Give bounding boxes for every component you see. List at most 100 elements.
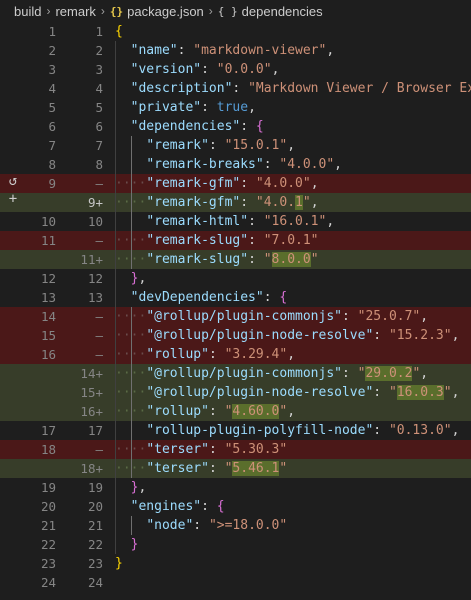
modified-line-number: 16+	[80, 404, 103, 419]
code-text: "remark": "15.0.1",	[115, 136, 295, 155]
code-line[interactable]: 1 1 {	[0, 22, 471, 41]
code-line[interactable]: 21 21 "node": ">=18.0.0"	[0, 516, 471, 535]
code-token: }	[130, 537, 139, 552]
modified-line-number: 14+	[80, 366, 103, 381]
code-line[interactable]: 22 22 }	[0, 535, 471, 554]
revert-block-icon[interactable]: ↺	[9, 172, 17, 190]
code-token: "	[310, 252, 319, 267]
deleted-line[interactable]: 15 — ····"@rollup/plugin-node-resolve": "1…	[0, 326, 471, 345]
original-line-number: 13	[40, 290, 56, 305]
code-text: ····"@rollup/plugin-node-resolve": "16.0…	[115, 383, 459, 402]
modified-line-number: 17	[87, 423, 103, 438]
code-text: "private": true,	[115, 98, 256, 117]
code-text: },	[115, 478, 147, 497]
code-token: "engines"	[130, 499, 202, 514]
code-line[interactable]: 2 2 "name": "markdown-viewer",	[0, 41, 471, 60]
code-token: :	[341, 366, 358, 381]
code-token: "0.0.0"	[216, 62, 272, 77]
hunk-actions: ↺ +	[0, 172, 26, 212]
whitespace: ····	[115, 347, 147, 362]
code-line[interactable]: 4 4 "description": "Markdown Viewer / Bro…	[0, 79, 471, 98]
code-token: ,	[287, 138, 296, 153]
object-icon: { }	[217, 4, 238, 18]
code-line[interactable]: 3 3 "version": "0.0.0",	[0, 60, 471, 79]
code-token: "@rollup/plugin-node-resolve"	[146, 328, 374, 343]
modified-line-number: 2	[95, 43, 103, 58]
code-token: :	[240, 195, 256, 210]
original-line-number: 8	[48, 157, 56, 172]
breadcrumb-item-symbol[interactable]: dependencies	[242, 4, 323, 19]
whitespace: ····	[115, 404, 147, 419]
inserted-line[interactable]: 16+ ····"rollup": "4.60.0",	[0, 402, 471, 421]
code-token: "markdown-viewer"	[193, 43, 327, 58]
inserted-line[interactable]: 11+ ····"remark-slug": "8.0.0"	[0, 250, 471, 269]
whitespace: ····	[115, 385, 147, 400]
original-line-number	[26, 459, 56, 478]
original-line-number	[26, 250, 56, 269]
breadcrumb-item-remark[interactable]: remark	[55, 4, 95, 19]
code-token: ,	[310, 176, 319, 191]
code-line[interactable]: 24 24	[0, 573, 471, 592]
code-token: :	[201, 100, 217, 115]
code-token: :	[373, 328, 389, 343]
original-line-number: 23	[40, 556, 56, 571]
code-token: "15.0.1"	[224, 138, 288, 153]
deleted-line[interactable]: 11 — ····"remark-slug": "7.0.1"	[0, 231, 471, 250]
modified-line-number: 1	[95, 24, 103, 39]
deleted-line[interactable]: 9 — ····"remark-gfm": "4.0.0",	[0, 174, 471, 193]
modified-line-number: 3	[95, 62, 103, 77]
stage-block-icon[interactable]: +	[9, 190, 17, 208]
code-line[interactable]: 12 12 },	[0, 269, 471, 288]
code-token: "15.2.3"	[388, 328, 452, 343]
code-token: "5.30.3"	[224, 442, 288, 457]
code-line[interactable]: 20 20 "engines": {	[0, 497, 471, 516]
code-token: 1	[295, 195, 303, 210]
code-token: :	[341, 309, 358, 324]
code-line[interactable]: 19 19 },	[0, 478, 471, 497]
code-line[interactable]: 13 13 "devDependencies": {	[0, 288, 471, 307]
modified-line-number: 20	[87, 499, 103, 514]
code-text: ····"@rollup/plugin-commonjs": "25.0.7",	[115, 307, 428, 326]
code-line[interactable]: 5 5 "private": true,	[0, 98, 471, 117]
code-line[interactable]: 6 6 "dependencies": {	[0, 117, 471, 136]
breadcrumb-item-file[interactable]: package.json	[127, 4, 204, 19]
inserted-line[interactable]: 9+ ····"remark-gfm": "4.0.1",	[0, 193, 471, 212]
code-token: "node"	[146, 518, 194, 533]
code-text: "remark-html": "16.0.1",	[115, 212, 334, 231]
original-line-number: 3	[48, 62, 56, 77]
code-line[interactable]: 10 10 "remark-html": "16.0.1",	[0, 212, 471, 231]
code-line[interactable]: 23 23}	[0, 554, 471, 573]
whitespace: ····	[115, 233, 147, 248]
deleted-line[interactable]: 14 — ····"@rollup/plugin-commonjs": "25.0.…	[0, 307, 471, 326]
breadcrumb-item-build[interactable]: build	[14, 4, 41, 19]
code-line[interactable]: 8 8 "remark-breaks": "4.0.0",	[0, 155, 471, 174]
code-line[interactable]: 7 7 "remark": "15.0.1",	[0, 136, 471, 155]
code-token: 5.46.1	[232, 461, 280, 476]
code-text: ····"terser": "5.30.3"	[115, 440, 287, 459]
code-token: "devDependencies"	[130, 290, 264, 305]
modified-line-number: 13	[87, 290, 103, 305]
modified-line-number: 12	[87, 271, 103, 286]
original-line-number: 7	[48, 138, 56, 153]
inserted-line[interactable]: 15+ ····"@rollup/plugin-node-resolve": "1…	[0, 383, 471, 402]
deleted-line[interactable]: 18 — ····"terser": "5.30.3"	[0, 440, 471, 459]
deleted-line[interactable]: 16 — ····"rollup": "3.29.4",	[0, 345, 471, 364]
code-token: :	[193, 518, 209, 533]
diff-editor[interactable]: 1 1{2 2 "name": "markdown-viewer", 3 3 "vers…	[0, 22, 471, 600]
code-token: "	[302, 195, 311, 210]
code-token: {	[255, 119, 264, 134]
inserted-line[interactable]: 18+ ····"terser": "5.46.1"	[0, 459, 471, 478]
code-token: "terser"	[146, 442, 209, 457]
modified-line-number: 21	[87, 518, 103, 533]
code-line[interactable]: 17 17 "rollup-plugin-polyfill-node": "0.1…	[0, 421, 471, 440]
code-text: "remark-breaks": "4.0.0",	[115, 155, 342, 174]
code-token: :	[373, 385, 389, 400]
code-token: ,	[326, 214, 335, 229]
code-token: "4.0.0"	[255, 176, 311, 191]
inserted-line[interactable]: 14+ ····"@rollup/plugin-commonjs": "29.0.…	[0, 364, 471, 383]
